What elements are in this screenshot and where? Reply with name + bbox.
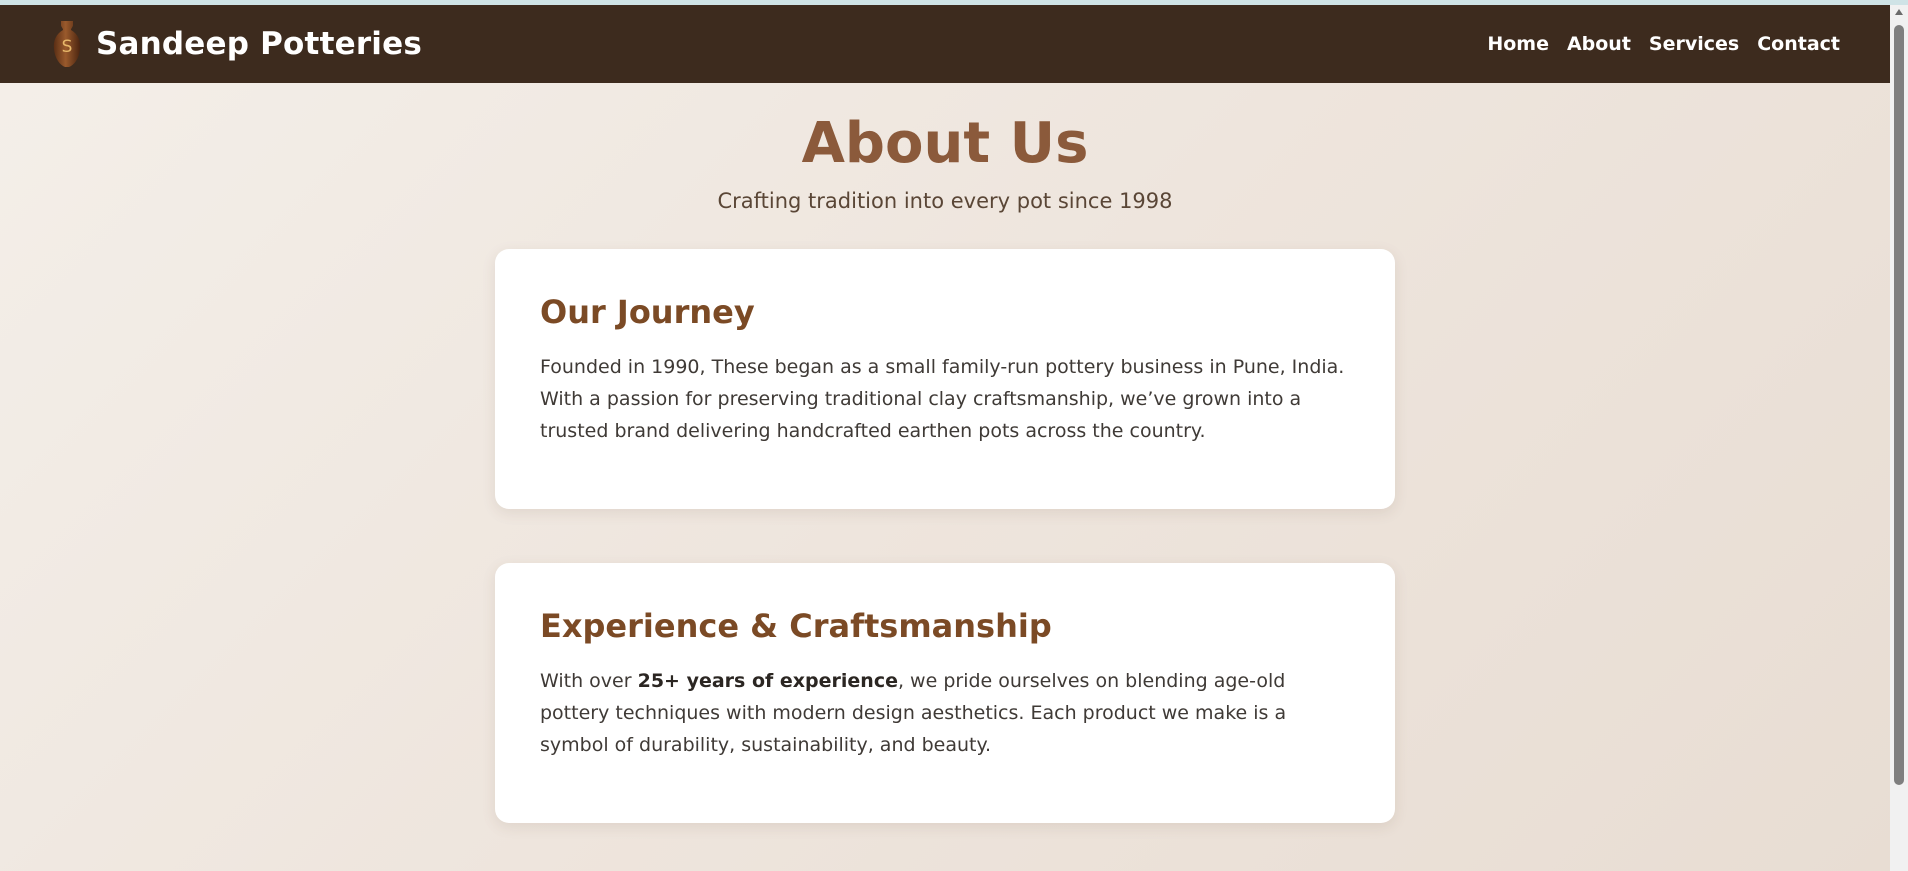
page-subtitle: Crafting tradition into every pot since … [717,188,1173,213]
experience-card: Experience & Craftsmanship With over 25+… [495,562,1395,823]
navbar: S Sandeep Potteries Home About Services … [0,5,1890,83]
scrollbar-thumb[interactable] [1894,25,1904,785]
vertical-scrollbar[interactable] [1890,5,1908,871]
main-nav: Home About Services Contact [1487,33,1840,55]
experience-highlight: 25+ years of experience [637,669,898,692]
journey-text: Founded in 1990, These began as a small … [540,355,1345,442]
journey-card: Our Journey Founded in 1990, These began… [495,248,1395,509]
journey-title: Our Journey [540,292,755,331]
nav-about-link[interactable]: About [1567,33,1631,55]
logo-letter: S [62,37,73,57]
experience-text: With over 25+ years of experience, we pr… [540,665,1350,761]
page-viewport: S Sandeep Potteries Home About Services … [0,5,1890,871]
nav-contact-link[interactable]: Contact [1757,33,1840,55]
nav-services-link[interactable]: Services [1649,33,1739,55]
experience-title: Experience & Craftsmanship [540,606,1052,645]
experience-text-intro: With over [540,669,638,692]
vase-logo-icon: S [53,21,81,67]
hero-section: About Us Crafting tradition into every p… [0,83,1890,213]
nav-home-link[interactable]: Home [1487,33,1549,55]
brand-name: Sandeep Potteries [96,26,423,62]
scroll-up-arrow-icon[interactable] [1895,9,1903,15]
content-cards: Our Journey Founded in 1990, These began… [495,248,1395,823]
brand[interactable]: S Sandeep Potteries [50,19,422,69]
page-title: About Us [801,111,1089,176]
